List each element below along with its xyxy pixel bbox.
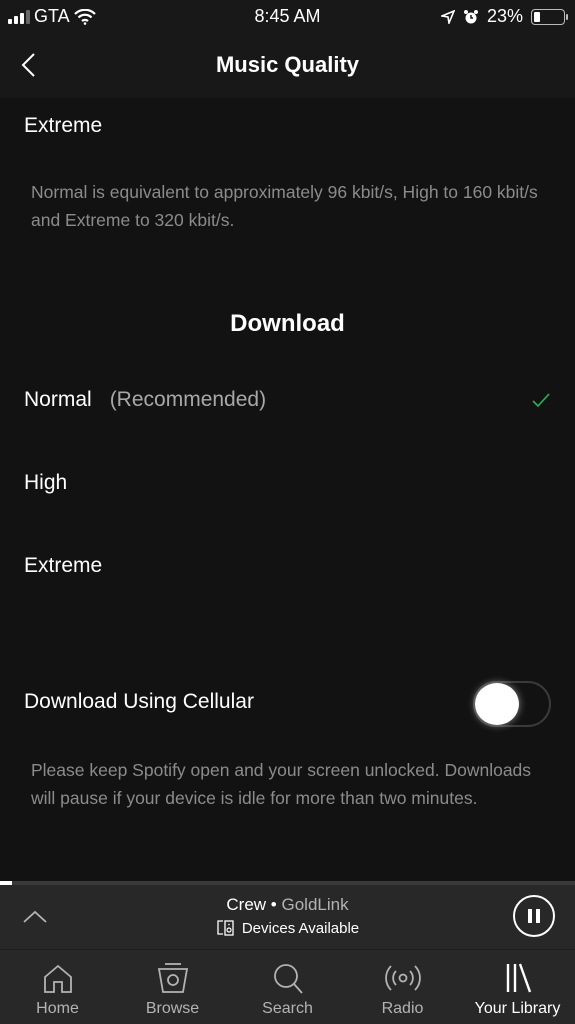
alarm-icon [463,9,478,23]
download-cellular-toggle[interactable] [473,681,551,727]
download-section-title: Download [230,310,345,337]
tab-label: Home [36,1000,79,1017]
location-icon [440,9,455,24]
library-icon [506,963,531,993]
settings-content[interactable]: Extreme Normal is equivalent to approxim… [0,98,575,881]
home-icon [43,964,72,993]
artist-name: GoldLink [281,895,349,914]
toggle-knob [475,683,519,725]
pause-button[interactable] [513,895,555,937]
radio-icon [384,965,421,991]
now-playing-bar[interactable]: Crew • GoldLink Devices Available [0,885,575,949]
tab-search[interactable]: Search [230,950,345,1024]
download-cellular-row: Download Using Cellular [24,690,551,714]
option-label: Normal [24,388,92,411]
battery-percent: 23% [486,6,523,26]
tab-label: Browse [145,1000,200,1017]
devices-label: Devices Available [241,919,360,937]
tab-browse[interactable]: Browse [115,950,230,1024]
status-bar: GTA 8:45 AM 23% [0,0,575,34]
download-option-normal[interactable]: Normal (Recommended) [24,388,551,412]
track-name: Crew [226,895,267,914]
now-playing-title: Crew • GoldLink [0,895,575,915]
checkmark-icon [532,393,550,408]
tab-home[interactable]: Home [0,950,115,1024]
battery-icon [531,8,568,25]
download-option-extreme[interactable]: Extreme [24,554,551,578]
option-label: Extreme [24,554,103,577]
streaming-info-text: Normal is equivalent to approximately 96… [31,182,538,230]
nav-header: Music Quality [0,34,575,98]
streaming-option-extreme[interactable]: Extreme [24,114,551,138]
tab-label: Radio [381,1000,424,1017]
download-info-text: Please keep Spotify open and your screen… [31,760,532,808]
separator: • [266,895,282,914]
devices-icon [217,920,234,936]
option-label: Extreme [24,114,103,137]
option-sublabel: (Recommended) [109,388,267,411]
tab-label: Search [262,1000,313,1017]
option-label: High [24,471,68,494]
browse-icon [157,963,188,993]
page-title: Music Quality [215,52,360,77]
search-icon [273,964,303,994]
download-option-high[interactable]: High [24,471,551,495]
tab-your-library[interactable]: Your Library [460,950,575,1024]
tab-bar: Home Browse Search Radio Your Library [0,949,575,1024]
tab-label: Your Library [474,1000,561,1017]
option-label: Download Using Cellular [24,690,254,713]
devices-available-button[interactable]: Devices Available [0,919,575,937]
tab-radio[interactable]: Radio [345,950,460,1024]
